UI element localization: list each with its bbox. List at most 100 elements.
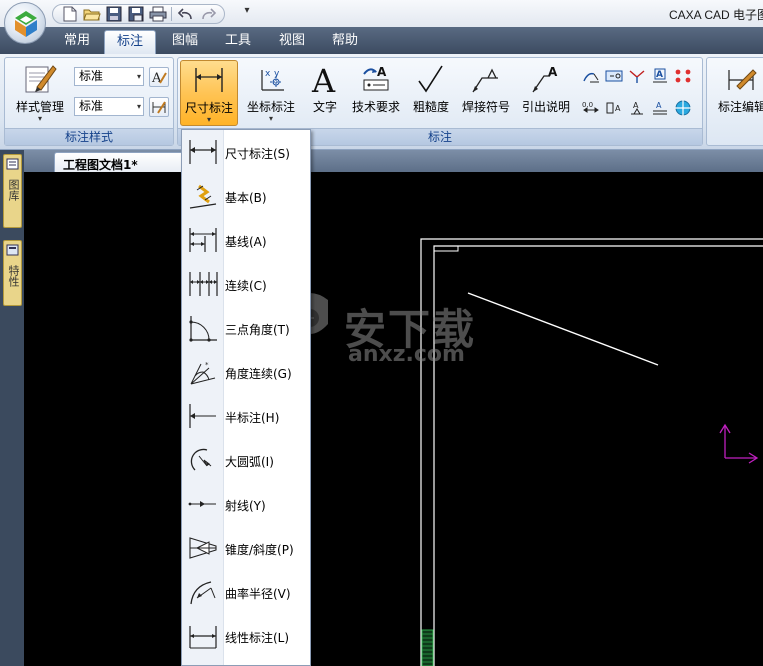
roughness-label: 粗糙度 (412, 100, 449, 114)
app-menu-button[interactable] (4, 2, 46, 44)
toolbar-separator (171, 7, 172, 21)
linear-dimension-icon (186, 620, 220, 652)
center-mark-icon[interactable] (673, 98, 693, 118)
undo-icon[interactable] (175, 5, 196, 23)
center-hole-icon[interactable] (673, 66, 693, 86)
drawing-svg (292, 238, 763, 666)
svg-text:*: * (205, 361, 209, 369)
tab-tools[interactable]: 工具 (216, 30, 260, 54)
library-icon (6, 158, 19, 170)
half-dimension-icon (186, 400, 220, 432)
save-icon[interactable] (103, 5, 124, 23)
tab-help[interactable]: 帮助 (323, 30, 367, 54)
cutting-line-icon[interactable] (627, 66, 647, 86)
menu-item-half-dimension[interactable]: 半标注(H) (182, 394, 310, 438)
menu-item-label: 半标注(H) (225, 411, 280, 425)
menu-item-three-point-angle[interactable]: 三点角度(T) (182, 306, 310, 350)
properties-icon (6, 244, 19, 256)
svg-text:x: x (265, 69, 271, 79)
tab-view[interactable]: 视图 (270, 30, 314, 54)
text-style-icon[interactable]: A (149, 67, 169, 87)
style-manager-label: 样式管理 (15, 100, 64, 114)
text-button[interactable]: A 文字 (305, 60, 345, 126)
ribbon-panel: 样式管理 ▾ 标准 ▾ A 标准 ▾ 标注样式 尺寸标注 ▾ xy 坐标标注 ▾… (0, 54, 763, 150)
coordinate-dimension-label: 坐标标注 (246, 100, 295, 114)
tab-sheet[interactable]: 图幅 (163, 30, 207, 54)
annotation-edit-button[interactable]: 标注编辑 (709, 60, 763, 126)
frame-corner-mark (434, 246, 459, 252)
save-as-icon[interactable] (125, 5, 146, 23)
menu-item-angle-continuous[interactable]: * 角度连续(G) (182, 350, 310, 394)
dimension-dropdown-menu: 尺寸标注(S) 基本(B) 基线(A) 连续(C) 三点角度(T) * 角度连续… (181, 129, 311, 666)
side-panel-rail: 图库 特性 (0, 150, 24, 666)
side-tab-library-label: 图库 (7, 179, 20, 201)
menu-item-ray[interactable]: 射线(Y) (182, 482, 310, 526)
dimension-style-value: 标准 (79, 99, 104, 113)
text-icon: A (305, 60, 345, 98)
print-icon[interactable] (147, 5, 168, 23)
form-tolerance-icon[interactable] (604, 66, 624, 86)
continuous-dimension-icon (186, 268, 220, 300)
ucs-axis-icon (719, 423, 759, 464)
document-tab[interactable]: 工程图文档1* × (54, 152, 196, 172)
redo-icon[interactable] (197, 5, 218, 23)
baseline-dimension-icon (186, 224, 220, 256)
large-arc-icon (186, 444, 220, 476)
menu-item-label: 角度连续(G) (225, 367, 292, 381)
dimension-style-combo[interactable]: 标准 ▾ (74, 97, 144, 116)
document-tab-bar: 工程图文档1* × (24, 150, 763, 172)
chevron-down-icon: ▾ (136, 102, 141, 111)
leader-note-button[interactable]: A 引出说明 (517, 60, 575, 126)
quick-access-toolbar (52, 4, 225, 24)
text-style-combo[interactable]: 标准 ▾ (74, 67, 144, 86)
menu-item-label: 大圆弧(I) (225, 455, 274, 469)
weld-symbol-button[interactable]: 焊接符号 (458, 60, 514, 126)
menu-item-label: 线性标注(L) (225, 631, 290, 645)
view-arrow-icon[interactable]: A (650, 98, 670, 118)
dimension-arrange-icon[interactable]: 0.0 (581, 98, 601, 118)
menu-item-baseline[interactable]: 基线(A) (182, 218, 310, 262)
menu-item-curvature-radius[interactable]: 曲率半径(V) (182, 570, 310, 614)
coordinate-dimension-button[interactable]: xy 坐标标注 ▾ (241, 60, 301, 126)
datum-symbol-icon[interactable] (581, 66, 601, 86)
menu-item-label: 基线(A) (225, 235, 267, 249)
roughness-icon (407, 60, 455, 98)
menu-item-basic[interactable]: 基本(B) (182, 174, 310, 218)
open-folder-icon[interactable] (81, 5, 102, 23)
dimension-icon (186, 136, 220, 168)
chevron-down-icon: ▾ (268, 114, 273, 123)
dimension-button[interactable]: 尺寸标注 ▾ (180, 60, 238, 126)
dimension-style-icon[interactable] (149, 97, 169, 117)
menu-item-label: 连续(C) (225, 279, 267, 293)
frame-hatch-strip (421, 629, 434, 666)
annotation-edit-icon (709, 60, 763, 98)
quick-access-more-button[interactable]: ▾ (241, 5, 253, 21)
dimension-button-label: 尺寸标注 (184, 101, 233, 115)
tab-common[interactable]: 常用 (55, 30, 99, 54)
chevron-down-icon: ▾ (136, 72, 141, 81)
svg-text:y: y (274, 69, 280, 79)
menu-item-taper-slope[interactable]: 锥度/斜度(P) (182, 526, 310, 570)
ray-dimension-icon (186, 488, 220, 520)
style-manager-button[interactable]: 样式管理 ▾ (7, 60, 73, 126)
menu-item-continuous[interactable]: 连续(C) (182, 262, 310, 306)
leader-note-icon: A (517, 60, 575, 98)
technical-requirement-button[interactable]: A 技术要求 (348, 60, 404, 126)
menu-item-label: 曲率半径(V) (225, 587, 291, 601)
side-tab-properties[interactable]: 特性 (3, 240, 22, 306)
elevation-mark-icon[interactable]: A (627, 98, 647, 118)
section-label-icon[interactable]: A (650, 66, 670, 86)
technical-requirement-label: 技术要求 (351, 100, 400, 114)
menu-item-label: 锥度/斜度(P) (225, 543, 294, 557)
menu-item-linear[interactable]: 线性标注(L) (182, 614, 310, 658)
title-bar: ▾ CAXA CAD 电子图 (0, 0, 763, 27)
new-file-icon[interactable] (59, 5, 80, 23)
leader-mark-icon[interactable]: A (604, 98, 624, 118)
menu-item-dimension[interactable]: 尺寸标注(S) (182, 130, 310, 174)
tab-annotation[interactable]: 标注 (104, 30, 156, 54)
drawing-canvas[interactable]: 安下载 anxz.com (24, 172, 763, 666)
menu-item-large-arc[interactable]: 大圆弧(I) (182, 438, 310, 482)
roughness-button[interactable]: 粗糙度 (407, 60, 455, 126)
side-tab-library[interactable]: 图库 (3, 154, 22, 228)
dimension-icon (181, 61, 237, 99)
